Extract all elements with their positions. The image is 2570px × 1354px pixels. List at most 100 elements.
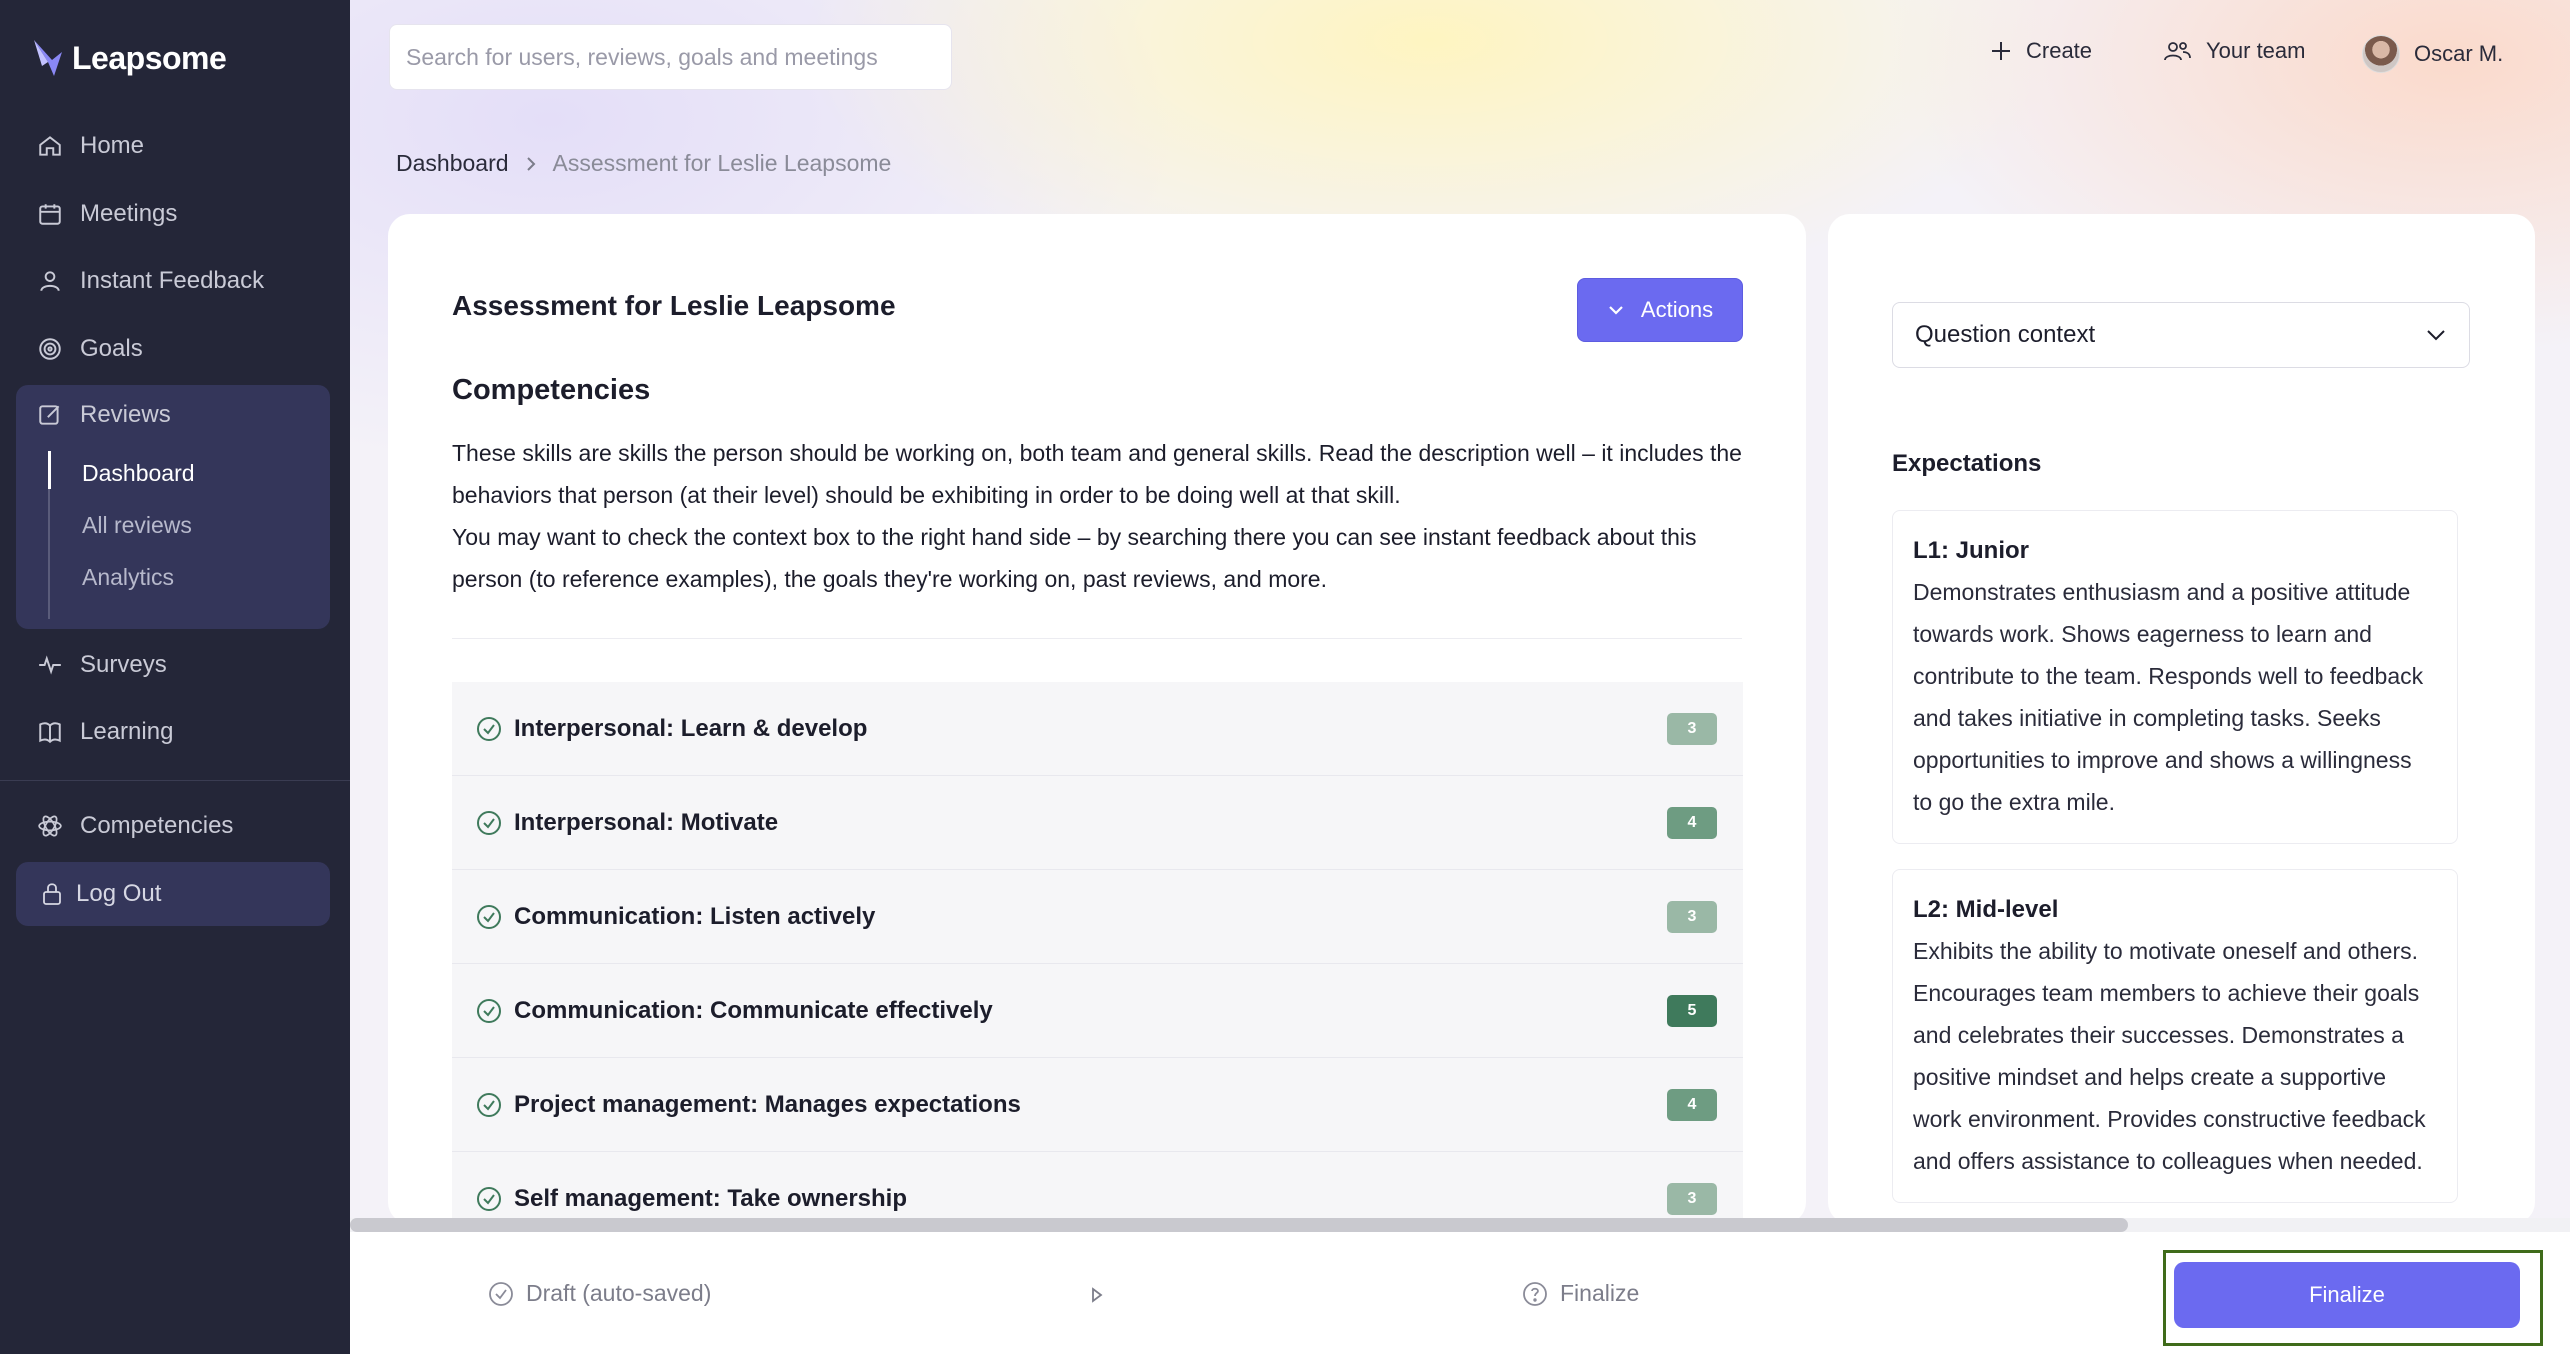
check-circle-icon bbox=[476, 1186, 502, 1212]
brand-logo[interactable]: Leapsome bbox=[32, 38, 227, 78]
sidebar-item-label: Competencies bbox=[80, 812, 234, 839]
check-circle-icon bbox=[476, 998, 502, 1024]
expectation-card: L1: Junior Demonstrates enthusiasm and a… bbox=[1892, 510, 2458, 844]
description-paragraph: These skills are skills the person shoul… bbox=[452, 440, 1742, 508]
plus-icon bbox=[1990, 40, 2012, 62]
sidebar-item-reviews[interactable]: Reviews bbox=[16, 387, 330, 443]
check-circle-icon bbox=[476, 904, 502, 930]
description-paragraph: You may want to check the context box to… bbox=[452, 524, 1697, 592]
context-panel: Question context Expectations L1: Junior… bbox=[1828, 214, 2535, 1224]
check-circle-icon bbox=[488, 1281, 514, 1307]
brand-name: Leapsome bbox=[72, 39, 227, 76]
draft-step: Draft (auto-saved) bbox=[488, 1280, 711, 1307]
competency-row[interactable]: Interpersonal: Learn & develop 3 bbox=[452, 682, 1743, 776]
actions-button[interactable]: Actions bbox=[1577, 278, 1743, 342]
sidebar-item-competencies[interactable]: Competencies bbox=[16, 798, 330, 854]
horizontal-scrollbar-thumb[interactable] bbox=[350, 1218, 2128, 1232]
competency-label: Interpersonal: Motivate bbox=[514, 808, 779, 836]
competency-row[interactable]: Communication: Listen actively 3 bbox=[452, 870, 1743, 964]
team-icon bbox=[2162, 39, 2192, 63]
score-badge: 5 bbox=[1667, 995, 1717, 1027]
sidebar: Leapsome Home Meetings Instant Feedback … bbox=[0, 0, 350, 1354]
question-circle-icon bbox=[1522, 1281, 1548, 1307]
competency-row[interactable]: Communication: Communicate effectively 5 bbox=[452, 964, 1743, 1058]
assessment-card: Assessment for Leslie Leapsome Actions C… bbox=[388, 214, 1806, 1224]
sidebar-subitem-analytics[interactable]: Analytics bbox=[82, 564, 174, 591]
sidebar-item-surveys[interactable]: Surveys bbox=[16, 637, 330, 693]
expectation-level: L1: Junior bbox=[1913, 537, 2030, 564]
sidebar-item-label: Reviews bbox=[80, 401, 171, 428]
expectation-text: Demonstrates enthusiasm and a positive a… bbox=[1913, 579, 2424, 815]
sidebar-item-label: Home bbox=[80, 132, 145, 159]
breadcrumb-dashboard-link[interactable]: Dashboard bbox=[396, 150, 509, 177]
check-circle-icon bbox=[476, 1092, 502, 1118]
submenu-active-indicator bbox=[48, 451, 51, 489]
competency-row[interactable]: Self management: Take ownership 3 bbox=[452, 1152, 1743, 1224]
sidebar-item-label: Surveys bbox=[80, 651, 167, 678]
section-title: Competencies bbox=[452, 374, 651, 406]
competency-label: Communication: Communicate effectively bbox=[514, 996, 993, 1024]
sidebar-item-instant-feedback[interactable]: Instant Feedback bbox=[16, 253, 330, 309]
check-circle-icon bbox=[476, 716, 502, 742]
calendar-icon bbox=[36, 200, 64, 228]
competency-row[interactable]: Interpersonal: Motivate 4 bbox=[452, 776, 1743, 870]
page-title: Assessment for Leslie Leapsome bbox=[452, 290, 896, 321]
divider bbox=[452, 638, 1742, 639]
score-badge: 4 bbox=[1667, 807, 1717, 839]
expectations-title: Expectations bbox=[1892, 450, 2042, 477]
sidebar-subitem-all-reviews[interactable]: All reviews bbox=[82, 512, 192, 539]
footer-bar: Draft (auto-saved) Finalize Finalize bbox=[350, 1232, 2570, 1354]
sidebar-subitem-dashboard[interactable]: Dashboard bbox=[82, 460, 195, 487]
logout-label: Log Out bbox=[76, 880, 162, 907]
sidebar-item-goals[interactable]: Goals bbox=[16, 321, 330, 377]
reviews-group: Reviews Dashboard All reviews Analytics bbox=[16, 385, 330, 629]
search-input[interactable] bbox=[406, 43, 951, 71]
expectation-text: Exhibits the ability to motivate oneself… bbox=[1913, 938, 2426, 1174]
draft-label: Draft (auto-saved) bbox=[526, 1280, 712, 1306]
actions-label: Actions bbox=[1640, 297, 1714, 322]
competency-row[interactable]: Project management: Manages expectations… bbox=[452, 1058, 1743, 1152]
section-description: These skills are skills the person shoul… bbox=[452, 432, 1752, 600]
home-icon bbox=[36, 132, 64, 160]
chevron-down-icon bbox=[2425, 321, 2447, 349]
book-icon bbox=[36, 718, 64, 746]
question-context-select[interactable]: Question context bbox=[1892, 302, 2470, 368]
check-circle-icon bbox=[476, 810, 502, 836]
sidebar-item-label: Learning bbox=[80, 718, 174, 745]
user-menu[interactable]: Oscar M. bbox=[2362, 35, 2503, 73]
your-team-button[interactable]: Your team bbox=[2162, 38, 2305, 64]
select-value: Question context bbox=[1915, 321, 2096, 348]
create-button[interactable]: Create bbox=[1990, 38, 2092, 64]
finalize-button[interactable]: Finalize bbox=[2174, 1262, 2520, 1328]
competency-label: Communication: Listen actively bbox=[514, 902, 876, 930]
sidebar-divider bbox=[0, 780, 350, 781]
chevron-down-icon bbox=[1607, 304, 1625, 316]
chevron-right-icon bbox=[525, 155, 537, 173]
score-badge: 3 bbox=[1667, 1183, 1717, 1215]
sidebar-item-label: Goals bbox=[80, 335, 143, 362]
feedback-icon bbox=[36, 267, 64, 295]
user-name: Oscar M. bbox=[2414, 41, 2504, 66]
sidebar-item-label: Meetings bbox=[80, 200, 178, 227]
search-bar[interactable] bbox=[389, 24, 952, 90]
leapsome-logo-icon bbox=[34, 40, 62, 76]
your-team-label: Your team bbox=[2206, 38, 2306, 63]
sidebar-item-meetings[interactable]: Meetings bbox=[16, 186, 330, 242]
edit-icon bbox=[36, 401, 64, 429]
finalize-step: Finalize bbox=[1522, 1280, 1639, 1307]
atom-icon bbox=[36, 812, 64, 840]
target-icon bbox=[36, 335, 64, 363]
sidebar-item-home[interactable]: Home bbox=[16, 118, 330, 174]
logout-button[interactable]: Log Out bbox=[16, 862, 330, 926]
pulse-icon bbox=[36, 651, 64, 679]
sidebar-item-label: Instant Feedback bbox=[80, 267, 265, 294]
sidebar-item-learning[interactable]: Learning bbox=[16, 704, 330, 760]
expectation-level: L2: Mid-level bbox=[1913, 896, 2059, 923]
avatar bbox=[2362, 35, 2400, 73]
breadcrumb: Dashboard Assessment for Leslie Leapsome bbox=[396, 150, 891, 177]
step-arrow-icon bbox=[1090, 1286, 1104, 1304]
competency-label: Self management: Take ownership bbox=[514, 1184, 907, 1212]
score-badge: 3 bbox=[1667, 713, 1717, 745]
expectation-card: L2: Mid-level Exhibits the ability to mo… bbox=[1892, 869, 2458, 1203]
score-badge: 3 bbox=[1667, 901, 1717, 933]
